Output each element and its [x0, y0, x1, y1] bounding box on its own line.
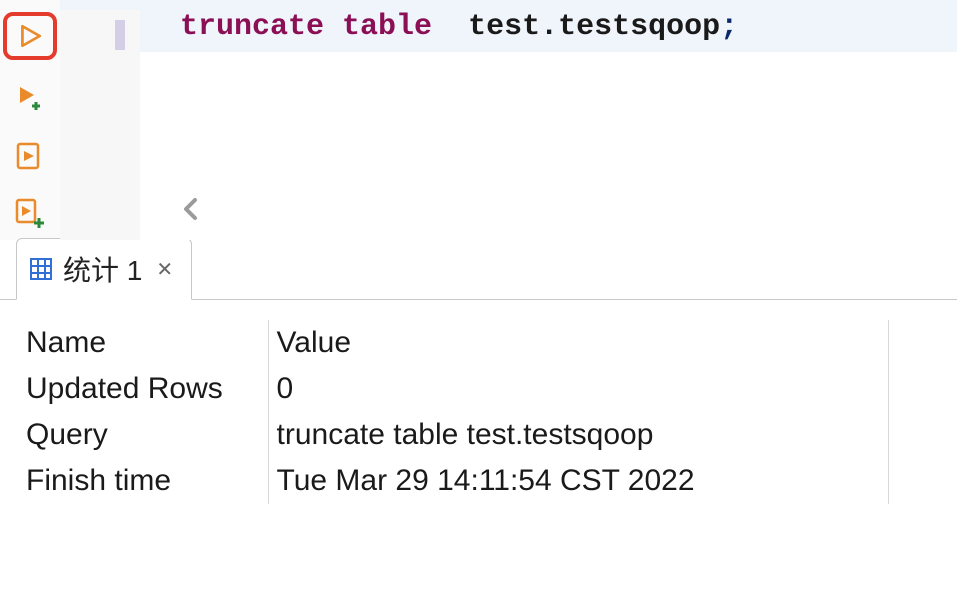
execute-button[interactable] — [3, 12, 57, 60]
table-row[interactable]: Query truncate table test.testsqoop — [18, 412, 917, 458]
editor-gutter — [60, 10, 140, 52]
column-header-name[interactable]: Name — [18, 320, 268, 366]
script-play-icon — [15, 141, 45, 171]
sql-identifier: test.testsqoop — [432, 10, 720, 44]
results-tab-strip: 统计 1 ✕ — [0, 240, 957, 300]
close-icon[interactable]: ✕ — [156, 257, 173, 282]
play-icon — [17, 23, 43, 49]
execute-script-button[interactable] — [10, 136, 50, 176]
results-panel: Name Value Updated Rows 0 Query truncate… — [0, 300, 957, 615]
cell-value: truncate table test.testsqoop — [268, 412, 888, 458]
table-row[interactable]: Updated Rows 0 — [18, 366, 917, 412]
editor-gutter — [60, 52, 140, 240]
cell-value: Tue Mar 29 14:11:54 CST 2022 — [268, 458, 888, 504]
sql-terminator: ; — [720, 10, 738, 44]
tab-statistics[interactable]: 统计 1 ✕ — [16, 238, 192, 300]
cell-name: Query — [18, 412, 268, 458]
sql-toolbar — [0, 0, 60, 240]
play-plus-icon — [16, 84, 44, 112]
table-row[interactable]: Finish time Tue Mar 29 14:11:54 CST 2022 — [18, 458, 917, 504]
sql-code[interactable]: truncate table test.testsqoop; — [140, 10, 738, 44]
column-header-value[interactable]: Value — [268, 320, 888, 366]
sql-keyword: table — [342, 10, 432, 44]
script-play-plus-icon — [14, 198, 46, 230]
sql-keyword: truncate — [180, 10, 324, 44]
execute-new-button[interactable] — [10, 78, 50, 118]
sql-editor[interactable]: truncate table test.testsqoop; — [60, 0, 957, 240]
grid-icon — [29, 257, 53, 281]
cursor-marker — [115, 20, 125, 50]
table-header-row: Name Value — [18, 320, 917, 366]
collapse-chevron-icon[interactable] — [180, 196, 202, 222]
cell-name: Finish time — [18, 458, 268, 504]
execute-script-new-button[interactable] — [10, 194, 50, 234]
cell-name: Updated Rows — [18, 366, 268, 412]
results-table: Name Value Updated Rows 0 Query truncate… — [18, 320, 917, 504]
cell-value: 0 — [268, 366, 888, 412]
column-header-empty — [888, 320, 917, 366]
editor-section: truncate table test.testsqoop; — [0, 0, 957, 240]
tab-label: 统计 1 — [63, 249, 142, 289]
sql-line[interactable]: truncate table test.testsqoop; — [60, 0, 957, 52]
